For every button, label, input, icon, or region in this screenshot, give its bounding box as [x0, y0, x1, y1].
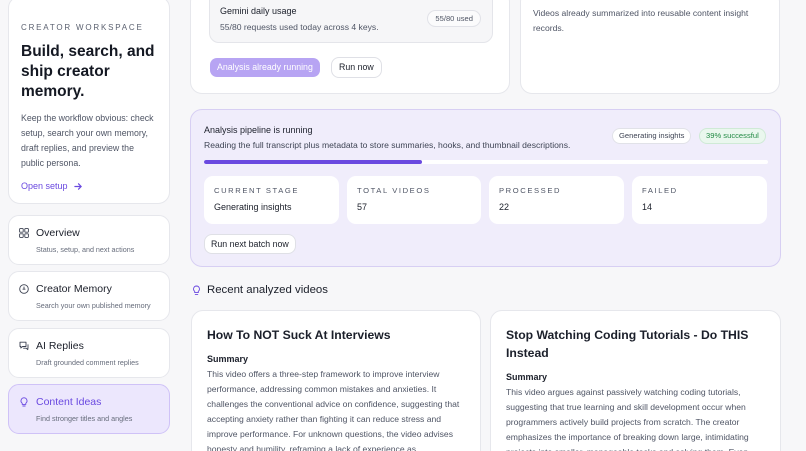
workspace-kicker: CREATOR WORKSPACE	[21, 23, 144, 32]
stat-failed: FAILED 14	[632, 176, 767, 224]
sidebar-item-title: Overview	[36, 227, 80, 239]
sidebar-item-title: Content Ideas	[36, 396, 102, 408]
pipeline-status-badge: Generating insights	[612, 128, 692, 144]
usage-panel: Gemini daily usage 55/80 requests used t…	[190, 0, 510, 94]
sidebar-item-subtitle: Search your own published memory	[36, 301, 151, 310]
sidebar-item-subtitle: Status, setup, and next actions	[36, 245, 135, 254]
grid-icon	[19, 228, 29, 238]
workspace-description: Keep the workflow obvious: check setup, …	[21, 113, 154, 168]
insights-note-panel: Videos already summarized into reusable …	[520, 0, 780, 94]
sidebar-item-title: Creator Memory	[36, 283, 112, 295]
success-rate-badge: 39% successful	[699, 128, 766, 144]
stat-value: 22	[499, 202, 510, 212]
video-title: How To NOT Suck At Interviews	[207, 328, 391, 342]
stat-value: Generating insights	[214, 202, 292, 212]
sidebar-item-title: AI Replies	[36, 340, 84, 352]
stat-processed: PROCESSED 22	[489, 176, 624, 224]
stat-value: 14	[642, 202, 653, 212]
run-next-batch-button[interactable]: Run next batch now	[204, 234, 296, 254]
insights-note-text: Videos already summarized into reusable …	[533, 8, 749, 33]
usage-badge: 55/80 used	[427, 10, 481, 27]
sidebar-item-content-ideas[interactable]: Content Ideas Find stronger titles and a…	[8, 384, 170, 434]
sidebar-item-creator-memory[interactable]: Creator Memory Search your own published…	[8, 271, 170, 321]
stat-label: CURRENT STAGE	[214, 186, 300, 195]
memory-icon	[19, 284, 29, 294]
stat-current-stage: CURRENT STAGE Generating insights	[204, 176, 339, 224]
analysis-running-button[interactable]: Analysis already running	[210, 58, 320, 77]
open-setup-link[interactable]: Open setup	[21, 181, 157, 191]
analysis-pipeline-panel: Analysis pipeline is running Reading the…	[190, 109, 781, 267]
pipeline-title: Analysis pipeline is running	[204, 125, 313, 135]
sidebar-item-overview[interactable]: Overview Status, setup, and next actions	[8, 215, 170, 265]
sidebar-item-ai-replies[interactable]: AI Replies Draft grounded comment replie…	[8, 328, 170, 378]
summary-text: This video argues against passively watc…	[506, 387, 749, 451]
recent-section-title: Recent analyzed videos	[207, 284, 328, 296]
video-card[interactable]: Stop Watching Coding Tutorials - Do THIS…	[490, 310, 781, 451]
stat-label: TOTAL VIDEOS	[357, 186, 431, 195]
stat-value: 57	[357, 202, 368, 212]
summary-label: Summary	[207, 354, 249, 364]
video-card[interactable]: How To NOT Suck At Interviews Summary Th…	[191, 310, 481, 451]
summary-label: Summary	[506, 372, 548, 382]
stat-label: FAILED	[642, 186, 678, 195]
gemini-usage-box: Gemini daily usage 55/80 requests used t…	[209, 0, 493, 43]
stat-label: PROCESSED	[499, 186, 562, 195]
chat-icon	[19, 341, 29, 351]
open-setup-label: Open setup	[21, 181, 68, 191]
pipeline-progress-bar	[204, 160, 768, 164]
sidebar-item-subtitle: Find stronger titles and angles	[36, 414, 133, 423]
run-now-button[interactable]: Run now	[331, 57, 382, 78]
workspace-card: CREATOR WORKSPACE Build, search, and shi…	[8, 0, 170, 204]
sidebar-item-subtitle: Draft grounded comment replies	[36, 358, 139, 367]
pipeline-description: Reading the full transcript plus metadat…	[204, 140, 571, 150]
pipeline-progress-fill	[204, 160, 422, 164]
lightbulb-icon	[193, 285, 200, 295]
summary-text: This video offers a three-step framework…	[207, 369, 460, 451]
lightbulb-icon	[20, 397, 28, 407]
stat-total-videos: TOTAL VIDEOS 57	[347, 176, 481, 224]
arrow-right-icon	[73, 182, 82, 190]
workspace-title: Build, search, and ship creator memory.	[21, 43, 155, 100]
video-title: Stop Watching Coding Tutorials - Do THIS…	[506, 328, 749, 360]
recent-section-header: Recent analyzed videos	[192, 284, 328, 296]
